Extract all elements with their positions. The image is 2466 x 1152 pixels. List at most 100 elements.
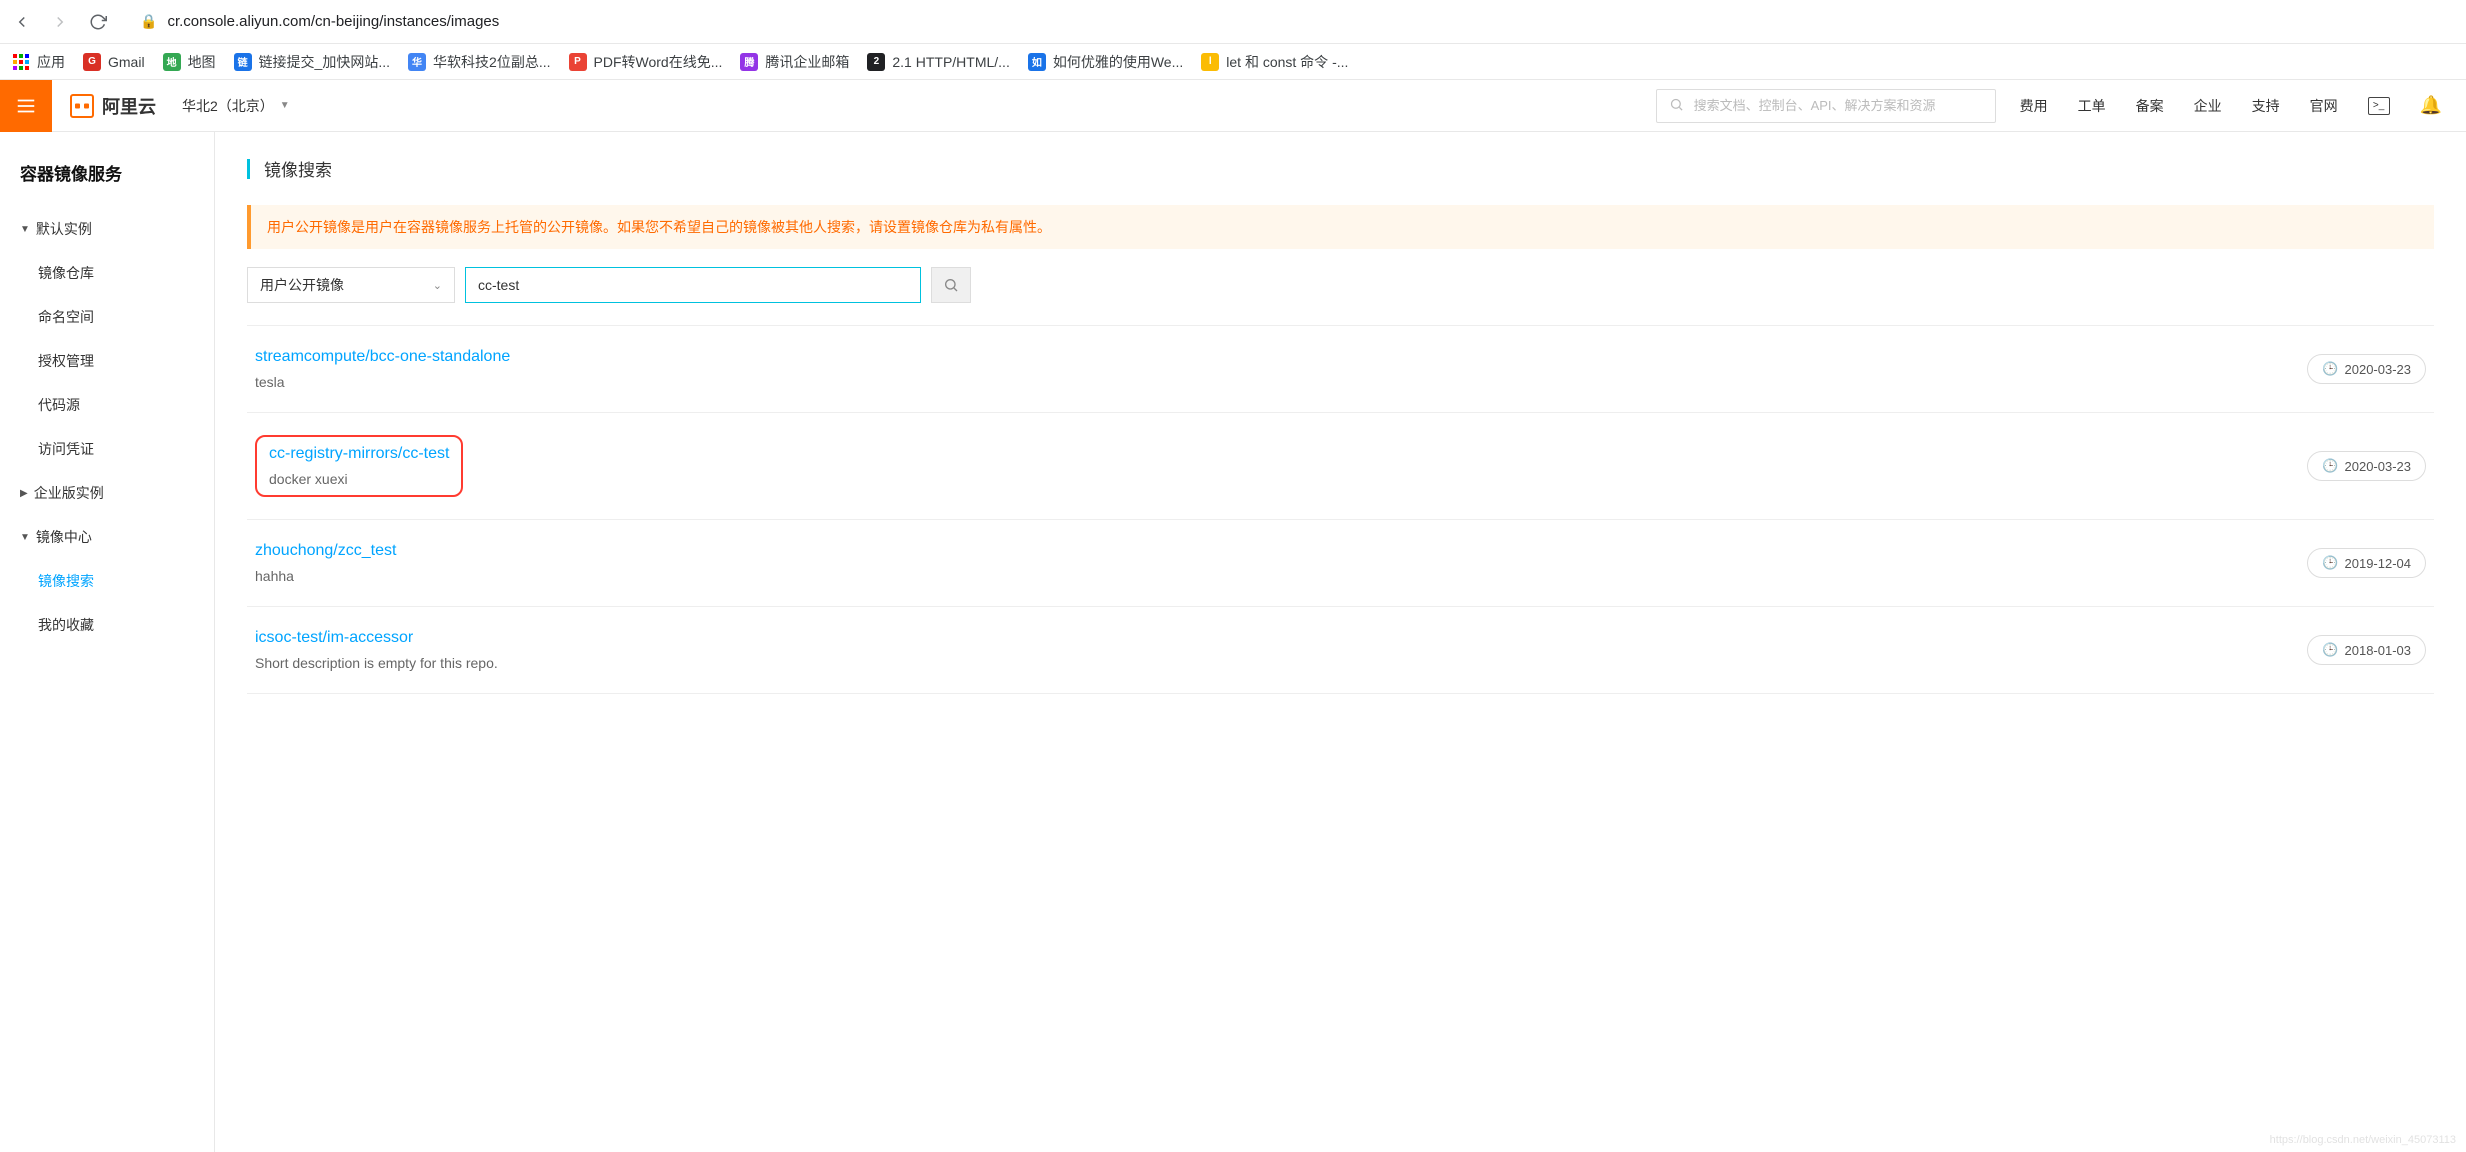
- bookmark-favicon-icon: 华: [408, 53, 426, 71]
- result-item: zhouchong/zcc_test hahha 🕒 2019-12-04: [247, 520, 2434, 607]
- result-item: cc-registry-mirrors/cc-test docker xuexi…: [247, 413, 2434, 520]
- sidebar-item[interactable]: 代码源: [0, 383, 214, 427]
- result-date-badge: 🕒 2020-03-23: [2307, 451, 2426, 481]
- filter-select[interactable]: 用户公开镜像 ⌄: [247, 267, 455, 303]
- notice-text: 用户公开镜像是用户在容器镜像服务上托管的公开镜像。如果您不希望自己的镜像被其他人…: [267, 219, 1051, 235]
- bookmark-item[interactable]: GGmail: [83, 53, 145, 71]
- result-left: zhouchong/zcc_test hahha: [255, 542, 396, 584]
- sidebar-group-label: 镜像中心: [36, 527, 92, 547]
- bookmark-item[interactable]: P PDF转Word在线免...: [569, 52, 723, 72]
- sidebar-item[interactable]: 镜像仓库: [0, 251, 214, 295]
- sidebar-item[interactable]: 我的收藏: [0, 603, 214, 647]
- bookmark-favicon-icon: l: [1201, 53, 1219, 71]
- bookmark-favicon-icon: 2: [867, 53, 885, 71]
- result-title-link[interactable]: streamcompute/bcc-one-standalone: [255, 348, 510, 366]
- sidebar-group-center[interactable]: ▼ 镜像中心: [0, 515, 214, 559]
- sidebar-group-label: 默认实例: [36, 219, 92, 239]
- caret-right-icon: ▶: [20, 488, 28, 499]
- notice-banner: 用户公开镜像是用户在容器镜像服务上托管的公开镜像。如果您不希望自己的镜像被其他人…: [247, 205, 2434, 249]
- result-left: cc-registry-mirrors/cc-test docker xuexi: [255, 435, 463, 497]
- top-nav-item[interactable]: 工单: [2078, 96, 2106, 116]
- top-nav-item[interactable]: 企业: [2194, 96, 2222, 116]
- reload-button[interactable]: [86, 10, 110, 34]
- bookmark-label: PDF转Word在线免...: [594, 52, 723, 72]
- image-search-field[interactable]: [465, 267, 921, 303]
- bookmark-item[interactable]: 如如何优雅的使用We...: [1028, 52, 1183, 72]
- apps-grid-icon: [12, 53, 30, 71]
- result-date-text: 2020-03-23: [2345, 459, 2412, 474]
- top-nav-item[interactable]: 支持: [2252, 96, 2280, 116]
- result-date-badge: 🕒 2019-12-04: [2307, 548, 2426, 578]
- clock-icon: 🕒: [2322, 361, 2338, 377]
- bookmarks-bar: 应用 GGmail 地地图链链接提交_加快网站... 华华软科技2位副总... P PD…: [0, 44, 2466, 80]
- chevron-down-icon: ⌄: [433, 279, 442, 292]
- sidebar-group-default[interactable]: ▼ 默认实例: [0, 207, 214, 251]
- global-search-input[interactable]: [1694, 98, 1983, 113]
- result-description: tesla: [255, 374, 510, 390]
- brand[interactable]: 阿里云: [52, 93, 174, 119]
- bookmark-item[interactable]: 地地图: [163, 52, 216, 72]
- result-title-link[interactable]: zhouchong/zcc_test: [255, 542, 396, 560]
- top-nav: 费用 工单 备案 企业 支持 官网 >_ 🔔: [2020, 95, 2466, 116]
- bell-icon[interactable]: 🔔: [2420, 95, 2442, 116]
- global-search[interactable]: [1656, 89, 1996, 123]
- back-button[interactable]: [10, 10, 34, 34]
- caret-down-icon: ▼: [20, 224, 30, 235]
- result-highlight-box: cc-registry-mirrors/cc-test docker xuexi: [255, 435, 463, 497]
- result-title-link[interactable]: icsoc-test/im-accessor: [255, 629, 498, 647]
- caret-down-icon: ▼: [280, 100, 290, 111]
- bookmark-item[interactable]: 链链接提交_加快网站...: [234, 52, 390, 72]
- sidebar-item[interactable]: 访问凭证: [0, 427, 214, 471]
- top-nav-item[interactable]: 官网: [2310, 96, 2338, 116]
- clock-icon: 🕒: [2322, 555, 2338, 571]
- sidebar-item[interactable]: 授权管理: [0, 339, 214, 383]
- url-bar[interactable]: 🔒 cr.console.aliyun.com/cn-beijing/insta…: [124, 6, 2456, 38]
- bookmark-favicon-icon: P: [569, 53, 587, 71]
- terminal-icon[interactable]: >_: [2368, 97, 2390, 115]
- result-title-link[interactable]: cc-registry-mirrors/cc-test: [269, 445, 449, 463]
- title-accent-bar: [247, 159, 250, 179]
- result-date-text: 2019-12-04: [2345, 556, 2412, 571]
- browser-toolbar: 🔒 cr.console.aliyun.com/cn-beijing/insta…: [0, 0, 2466, 44]
- sidebar-group-label: 企业版实例: [34, 483, 104, 503]
- result-item: icsoc-test/im-accessor Short description…: [247, 607, 2434, 694]
- image-search-input[interactable]: [478, 277, 908, 293]
- bookmark-label: Gmail: [108, 54, 145, 70]
- search-submit-button[interactable]: [931, 267, 971, 303]
- bookmark-label: 华软科技2位副总...: [433, 52, 550, 72]
- bookmark-apps[interactable]: 应用: [12, 52, 65, 72]
- sidebar-item[interactable]: 命名空间: [0, 295, 214, 339]
- lock-icon: 🔒: [140, 13, 157, 30]
- forward-button[interactable]: [48, 10, 72, 34]
- bookmark-item[interactable]: 22.1 HTTP/HTML/...: [867, 53, 1009, 71]
- top-nav-item[interactable]: 费用: [2020, 96, 2048, 116]
- search-icon: [1669, 97, 1684, 115]
- sidebar-item-active[interactable]: 镜像搜索: [0, 559, 214, 603]
- bookmark-item[interactable]: l let 和 const 命令 -...: [1201, 52, 1348, 72]
- result-left: icsoc-test/im-accessor Short description…: [255, 629, 498, 671]
- app-header: 阿里云 华北2（北京） ▼ 费用 工单 备案 企业 支持 官网 >_ 🔔: [0, 80, 2466, 132]
- url-text: cr.console.aliyun.com/cn-beijing/instanc…: [167, 13, 499, 30]
- region-label: 华北2（北京）: [182, 96, 274, 116]
- bookmark-label: 地图: [188, 52, 216, 72]
- result-item: streamcompute/bcc-one-standalone tesla 🕒…: [247, 326, 2434, 413]
- sidebar-group-enterprise[interactable]: ▶ 企业版实例: [0, 471, 214, 515]
- bookmark-item[interactable]: 腾腾讯企业邮箱: [740, 52, 849, 72]
- menu-toggle-button[interactable]: [0, 80, 52, 132]
- filter-select-value: 用户公开镜像: [260, 275, 344, 295]
- main-content: 镜像搜索 用户公开镜像是用户在容器镜像服务上托管的公开镜像。如果您不希望自己的镜…: [215, 132, 2466, 1152]
- result-date-text: 2018-01-03: [2345, 643, 2412, 658]
- bookmark-label: 腾讯企业邮箱: [765, 52, 849, 72]
- brand-text: 阿里云: [102, 93, 156, 119]
- bookmark-label: 应用: [37, 52, 65, 72]
- result-date-badge: 🕒 2018-01-03: [2307, 635, 2426, 665]
- top-nav-item[interactable]: 备案: [2136, 96, 2164, 116]
- bookmark-item[interactable]: 华华软科技2位副总...: [408, 52, 550, 72]
- result-date-badge: 🕒 2020-03-23: [2307, 354, 2426, 384]
- bookmark-label: let 和 const 命令 -...: [1226, 52, 1348, 72]
- region-selector[interactable]: 华北2（北京） ▼: [182, 96, 290, 116]
- clock-icon: 🕒: [2322, 642, 2338, 658]
- clock-icon: 🕒: [2322, 458, 2338, 474]
- bookmark-label: 如何优雅的使用We...: [1053, 52, 1183, 72]
- result-description: hahha: [255, 568, 396, 584]
